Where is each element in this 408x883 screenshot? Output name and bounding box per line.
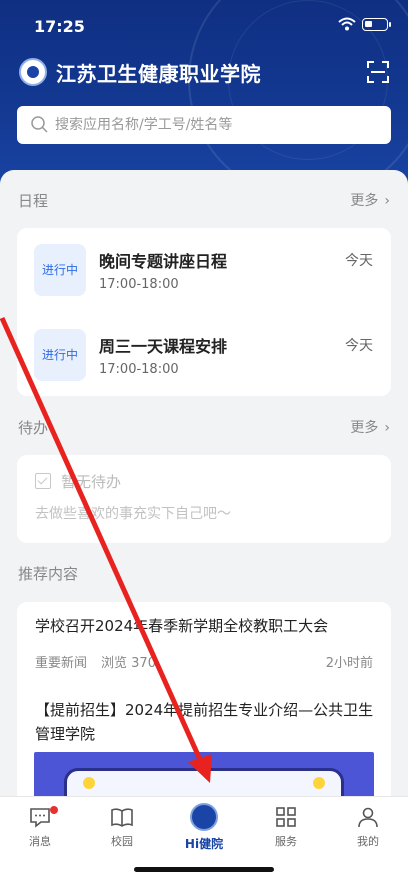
schedule-more-link[interactable]: 更多 › (350, 190, 390, 210)
schedule-item[interactable]: 进行中 晚间专题讲座日程 17:00-18:00 今天 (17, 244, 391, 324)
book-icon (111, 808, 133, 827)
news-views: 浏览 370 (101, 656, 156, 671)
chevron-right-icon: › (384, 420, 390, 436)
app-title: 江苏卫生健康职业学院 (56, 62, 261, 86)
tab-label: 我的 (357, 835, 379, 848)
tab-label: 服务 (275, 835, 297, 848)
checkbox-icon (35, 473, 51, 489)
home-indicator (134, 867, 274, 872)
tab-label: Hi健院 (184, 837, 224, 851)
schedule-time: 17:00-18:00 (99, 362, 179, 377)
wifi-icon (338, 17, 356, 31)
schedule-item[interactable]: 进行中 周三一天课程安排 17:00-18:00 今天 (17, 329, 391, 409)
schedule-section-title: 日程 (18, 192, 49, 210)
chevron-right-icon: › (384, 193, 390, 209)
news-category: 重要新闻 (35, 656, 88, 671)
news-thumbnail[interactable] (34, 752, 374, 800)
tab-services[interactable]: 服务 (256, 805, 316, 851)
news-time: 2小时前 (325, 656, 373, 671)
recommend-section-title: 推荐内容 (18, 565, 79, 583)
status-badge: 进行中 (34, 244, 86, 296)
recommend-section-header: 推荐内容 (18, 563, 390, 587)
decoration-dot (83, 777, 95, 789)
schedule-title: 周三一天课程安排 (99, 337, 228, 356)
grid-icon (276, 807, 296, 827)
decoration-dot (313, 777, 325, 789)
search-bar[interactable] (17, 106, 391, 144)
todo-section-title: 待办 (18, 419, 49, 437)
schedule-time: 17:00-18:00 (99, 277, 179, 292)
scan-icon[interactable] (367, 61, 389, 83)
todo-more-link[interactable]: 更多 › (350, 417, 390, 437)
tab-messages[interactable]: 消息 (10, 805, 70, 851)
search-icon (31, 116, 48, 133)
schedule-day: 今天 (345, 253, 373, 269)
todo-section-header: 待办 更多 › (18, 417, 390, 441)
status-badge: 进行中 (34, 329, 86, 381)
tab-hi-jianyuan[interactable]: Hi健院 (174, 803, 234, 851)
news-title[interactable]: 【提前招生】2024年提前招生专业介绍—公共卫生管理学院 (35, 698, 380, 746)
school-logo-icon (190, 803, 218, 831)
tab-campus[interactable]: 校园 (92, 805, 152, 851)
school-logo (19, 58, 47, 86)
schedule-section-header: 日程 更多 › (18, 190, 390, 214)
tab-label: 消息 (29, 835, 51, 848)
status-bar: 17:25 (0, 0, 408, 50)
main-content[interactable]: 日程 更多 › 进行中 晚间专题讲座日程 17:00-18:00 今天 进行中 周… (0, 170, 408, 800)
notification-dot (50, 806, 58, 814)
recommend-card: 学校召开2024年春季新学期全校教职工大会 重要新闻 浏览 370 2小时前 【提… (17, 602, 391, 800)
user-icon (358, 807, 378, 828)
schedule-title: 晚间专题讲座日程 (99, 252, 228, 271)
news-meta: 重要新闻 浏览 370 (35, 652, 156, 671)
todo-card: 暂无待办 去做些喜欢的事充实下自己吧～ (17, 455, 391, 543)
schedule-day: 今天 (345, 338, 373, 354)
todo-empty-text: 暂无待办 (61, 473, 122, 491)
battery-icon (362, 18, 391, 31)
news-title[interactable]: 学校召开2024年春季新学期全校教职工大会 (35, 614, 380, 638)
search-input[interactable] (55, 110, 375, 140)
status-time: 17:25 (34, 17, 85, 36)
tab-mine[interactable]: 我的 (338, 805, 398, 851)
message-icon (30, 808, 50, 828)
todo-hint-text: 去做些喜欢的事充实下自己吧～ (35, 506, 231, 522)
tab-label: 校园 (111, 835, 133, 848)
schedule-card: 进行中 晚间专题讲座日程 17:00-18:00 今天 进行中 周三一天课程安排… (17, 228, 391, 396)
